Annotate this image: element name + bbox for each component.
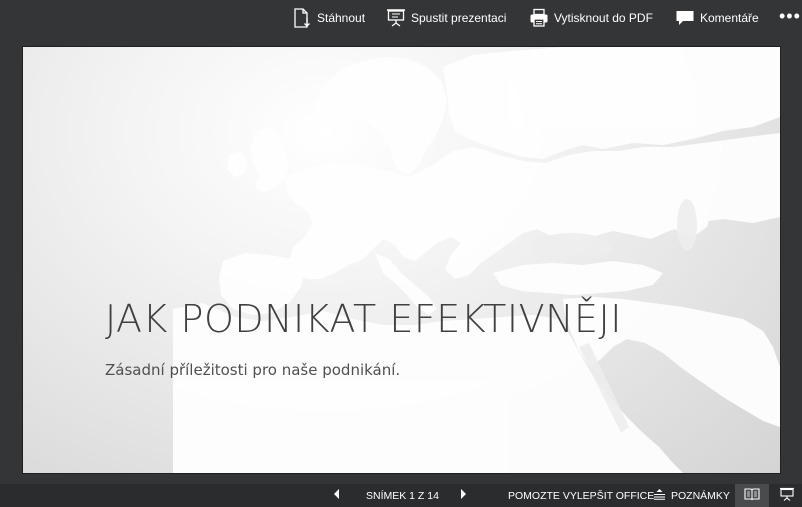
world-map-background	[173, 47, 780, 473]
comments-label: Komentáře	[700, 11, 759, 25]
slide-subtitle: Zásadní příležitosti pro naše podnikání.	[105, 361, 401, 379]
open-book-icon	[744, 487, 760, 504]
reading-view-button[interactable]	[735, 484, 769, 507]
notes-button[interactable]: POZNÁMKY	[653, 484, 730, 507]
print-to-pdf-label: Vytisknout do PDF	[554, 11, 653, 25]
help-improve-office-link[interactable]: POMOZTE VYLEPŠIT OFFICE	[508, 484, 654, 507]
slide-canvas: JAK PODNIKAT EFEKTIVNĚJI Zásadní příleži…	[22, 46, 781, 474]
notes-lines-icon	[653, 488, 666, 503]
previous-slide-button[interactable]	[332, 484, 342, 507]
print-to-pdf-button[interactable]: Vytisknout do PDF	[529, 0, 653, 36]
triangle-right-icon	[458, 488, 468, 503]
slide-counter: SNÍMEK 1 Z 14	[366, 489, 439, 502]
next-slide-button[interactable]	[458, 484, 468, 507]
comments-button[interactable]: Komentáře	[675, 0, 759, 36]
notes-label: POZNÁMKY	[671, 489, 730, 502]
start-presentation-label: Spustit prezentaci	[411, 11, 507, 25]
presentation-screen-icon	[386, 8, 406, 28]
comment-bubble-icon	[675, 8, 695, 28]
top-toolbar: Stáhnout Spustit prezentaci Vytisknout d…	[0, 0, 802, 36]
status-bar: SNÍMEK 1 Z 14 POMOZTE VYLEPŠIT OFFICE PO…	[0, 484, 802, 507]
triangle-left-icon	[332, 488, 342, 503]
slideshow-button[interactable]	[779, 484, 795, 507]
download-button[interactable]: Stáhnout	[292, 0, 365, 36]
presentation-screen-icon	[779, 487, 795, 504]
slide-title: JAK PODNIKAT EFEKTIVNĚJI	[105, 297, 622, 341]
download-label: Stáhnout	[317, 11, 366, 25]
download-document-icon	[292, 8, 312, 28]
printer-icon	[529, 8, 549, 28]
more-options-button[interactable]: •••	[779, 0, 801, 34]
start-presentation-button[interactable]: Spustit prezentaci	[386, 0, 506, 36]
more-options-icon: •••	[779, 5, 801, 26]
